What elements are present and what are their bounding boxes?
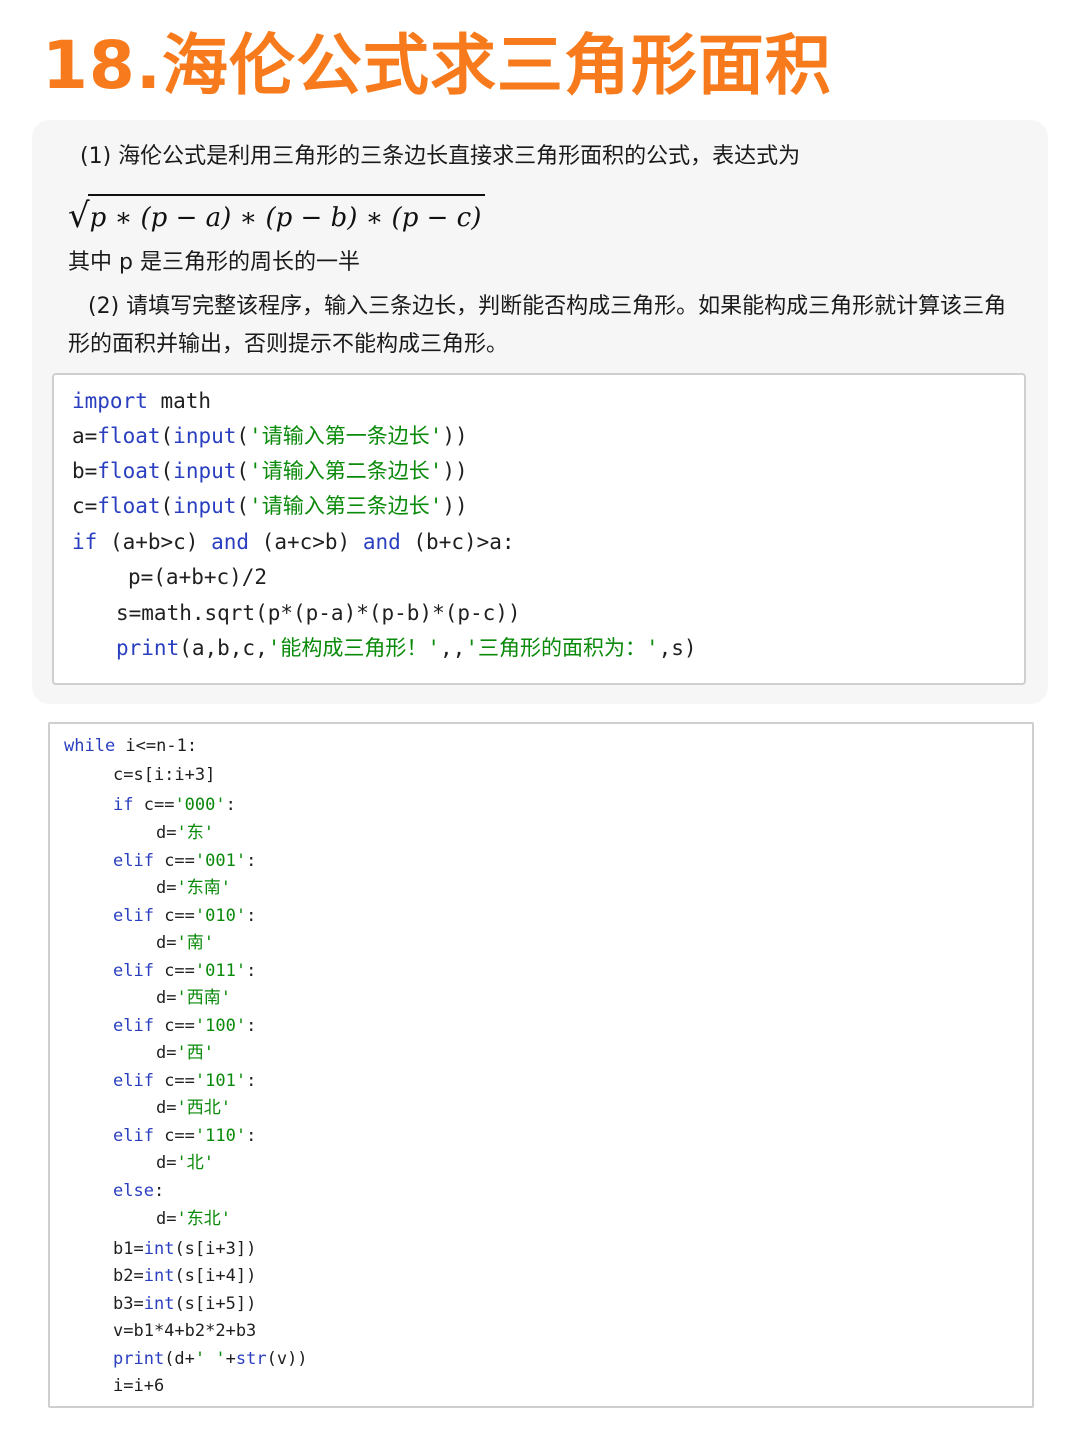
intro-paragraph-2: (2) 请填写完整该程序，输入三条边长，判断能否构成三角形。如果能构成三角形就计… xyxy=(68,294,1007,357)
code-line: c=float(input('请输入第三条边长')) xyxy=(72,494,468,518)
code-line: else: xyxy=(113,1181,165,1201)
code-block-heron: import math a=float(input('请输入第一条边长')) b… xyxy=(52,373,1026,685)
code-line: elif c=='100': xyxy=(113,1016,257,1036)
code-line: elif c=='011': xyxy=(113,961,257,981)
code-line: b1=int(s[i+3]) xyxy=(113,1239,257,1259)
question-card: (1) 海伦公式是利用三角形的三条边长直接求三角形面积的公式，表达式为 √ p … xyxy=(32,120,1048,704)
code-line: elif c=='110': xyxy=(113,1126,257,1146)
code-line: elif c=='010': xyxy=(113,906,257,926)
intro-paragraph-p-definition: 其中 p 是三角形的周长的一半 xyxy=(68,250,360,275)
code-line: print(a,b,c,'能构成三角形！',,'三角形的面积为：',s) xyxy=(116,636,697,660)
code-line: b2=int(s[i+4]) xyxy=(113,1266,257,1286)
code-line: d='西' xyxy=(156,1043,214,1063)
code-block-direction: while i<=n-1: c=s[i:i+3] if c=='000': d=… xyxy=(48,722,1034,1408)
code-line: print(d+' '+str(v)) xyxy=(113,1349,308,1369)
code-line: d='西南' xyxy=(156,988,231,1008)
code-line: v=b1*4+b2*2+b3 xyxy=(113,1321,257,1341)
code-line: elif c=='001': xyxy=(113,851,257,871)
code-line: d='西北' xyxy=(156,1098,231,1118)
code-line: if (a+b>c) and (a+c>b) and (b+c)>a: xyxy=(72,530,515,554)
code-line: i=i+6 xyxy=(113,1376,165,1396)
code-line: d='东北' xyxy=(156,1209,231,1229)
code-line: b3=int(s[i+5]) xyxy=(113,1294,257,1314)
code-line: d='南' xyxy=(156,933,214,953)
code-line: while i<=n-1: xyxy=(64,736,198,756)
code-line: a=float(input('请输入第一条边长')) xyxy=(72,424,468,448)
code-line: elif c=='101': xyxy=(113,1071,257,1091)
formula-radicand: p ∗ (p − a) ∗ (p − b) ∗ (p − c) xyxy=(87,194,486,238)
page-title: 18.海伦公式求三角形面积 xyxy=(42,27,832,104)
code-line: d='北' xyxy=(156,1153,214,1173)
intro-paragraph-1: (1) 海伦公式是利用三角形的三条边长直接求三角形面积的公式，表达式为 xyxy=(80,144,801,169)
code-line: if c=='000': xyxy=(113,795,236,815)
heron-formula: √ p ∗ (p − a) ∗ (p − b) ∗ (p − c) xyxy=(68,188,486,238)
code-line: b=float(input('请输入第二条边长')) xyxy=(72,459,468,483)
code-line: import math xyxy=(72,389,212,413)
code-line: s=math.sqrt(p*(p-a)*(p-b)*(p-c)) xyxy=(116,601,521,625)
code-line: d='东南' xyxy=(156,878,231,898)
sqrt-sign-icon: √ xyxy=(68,196,90,236)
code-line: d='东' xyxy=(156,823,214,843)
code-line: p=(a+b+c)/2 xyxy=(128,565,268,589)
code-line: c=s[i:i+3] xyxy=(113,765,216,785)
